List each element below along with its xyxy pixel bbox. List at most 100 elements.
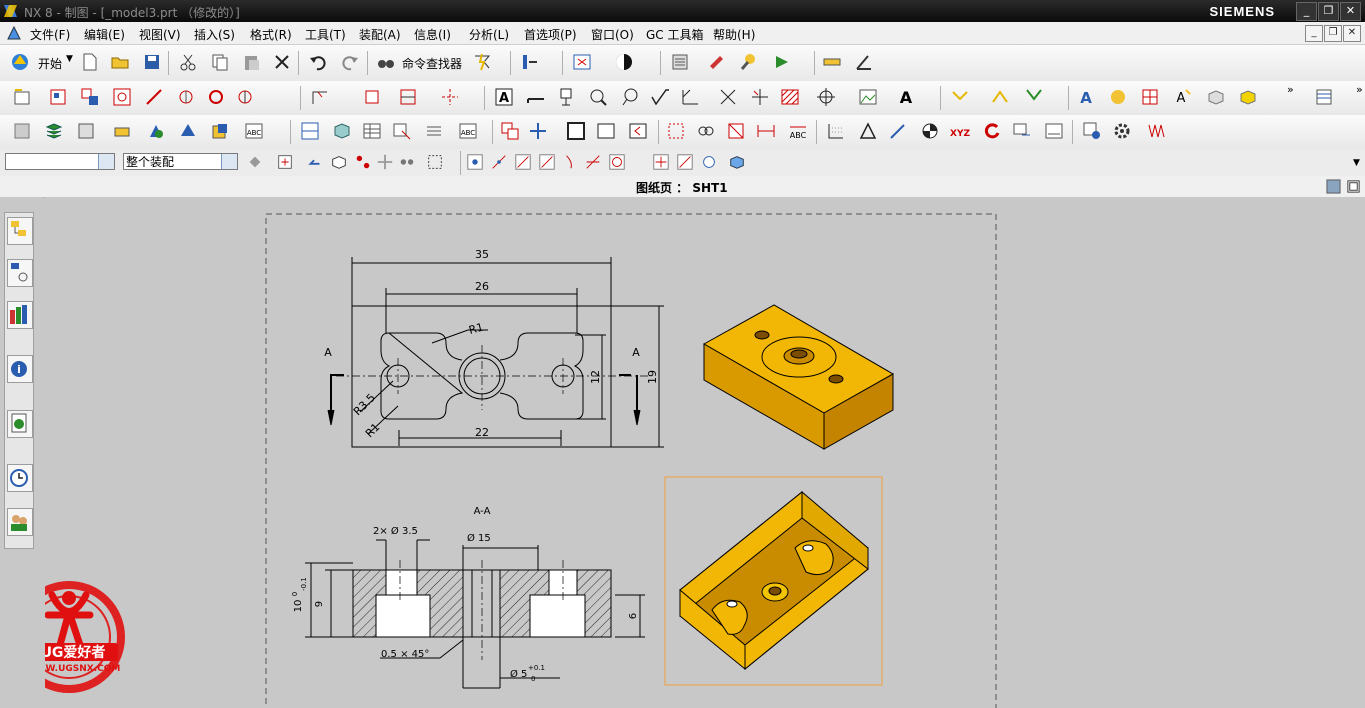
horizontal-dim-icon[interactable] [756,121,776,141]
doc-restore-button[interactable]: ❐ [1324,25,1342,42]
isometric-view-bottom[interactable] [679,490,869,671]
note-icon[interactable]: A [494,87,514,107]
abc-dim-icon[interactable]: ABC [788,121,808,141]
arrow-style-icon[interactable] [950,87,970,107]
id-symbol-icon[interactable] [620,87,640,107]
auto-balloon-icon[interactable] [392,121,412,141]
command-finder-button[interactable]: 命令查找器 [402,55,462,72]
cube-select-icon[interactable] [330,153,348,171]
stack-icon[interactable] [44,121,64,141]
chevron-down-icon[interactable] [98,154,114,169]
broken-out-icon[interactable] [206,87,226,107]
solid-view-icon[interactable] [1206,87,1226,107]
menu-analysis[interactable]: 分析(L) [469,26,509,43]
move-select-icon[interactable] [376,153,394,171]
datum-target-icon[interactable] [588,87,608,107]
chevron-down-icon[interactable] [221,154,237,169]
csys-icon[interactable] [920,121,940,141]
chain-dim-icon[interactable] [696,121,716,141]
tangent-point-icon[interactable] [562,153,580,171]
vector-icon[interactable] [888,121,908,141]
update-view-icon[interactable] [362,87,382,107]
menu-file[interactable]: 文件(F) [30,26,70,43]
toolbar-overflow-icon[interactable]: » [1287,83,1294,96]
selection-icon[interactable] [472,52,492,72]
menu-view[interactable]: 视图(V) [139,26,181,43]
layer-settings-icon[interactable] [76,121,96,141]
intersection-symbol-icon[interactable] [718,87,738,107]
sheet-display-icon[interactable] [1326,179,1341,194]
constraint-icon[interactable] [178,121,198,141]
assembly-navigator-icon[interactable] [7,217,33,245]
surface-finish-icon[interactable] [650,87,670,107]
minimize-button[interactable]: _ [1296,2,1317,21]
menu-window[interactable]: 窗口(O) [591,26,634,43]
projected-view-icon[interactable] [80,87,100,107]
menu-gc-toolbox[interactable]: GC 工具箱 [646,26,704,43]
triangle-icon[interactable] [858,121,878,141]
magnet-icon[interactable] [706,52,726,72]
rectangle-select-icon[interactable] [426,153,444,171]
weld-symbol-icon[interactable] [680,87,700,107]
snap-point-icon[interactable] [466,153,484,171]
center-mark-icon[interactable] [816,87,836,107]
history-icon[interactable] [7,464,33,492]
menu-preferences[interactable]: 首选项(P) [524,26,577,43]
copy-icon[interactable] [210,52,230,72]
assembly-icon[interactable] [146,121,166,141]
view-style-icon[interactable] [628,121,648,141]
ordinate-dim-icon[interactable] [666,121,686,141]
layers-icon[interactable] [670,52,690,72]
pattern-select-icon[interactable] [398,153,416,171]
info-arrow-icon[interactable] [520,52,540,72]
break-view-icon[interactable] [176,87,196,107]
measure-icon[interactable] [822,52,842,72]
filter-settings-icon[interactable] [246,153,264,171]
section-view[interactable] [305,539,645,689]
menu-help[interactable]: 帮助(H) [713,26,755,43]
spring-icon[interactable] [424,121,444,141]
view-in-view-icon[interactable] [500,121,520,141]
attributes-icon[interactable] [1044,121,1064,141]
chevron-down-icon[interactable]: ▼ [1353,158,1360,168]
intersection-point-icon[interactable] [584,153,602,171]
fit-view-icon[interactable] [572,52,592,72]
centerline-icon[interactable] [440,87,460,107]
app-menu-icon[interactable] [6,25,22,41]
rotate-icon[interactable] [982,121,1002,141]
start-icon[interactable] [10,52,30,72]
selection-scope-select[interactable]: 整个装配 [123,153,238,170]
feature-control-icon[interactable] [526,87,546,107]
3d-cube-icon[interactable] [728,153,746,171]
menu-insert[interactable]: 插入(S) [194,26,235,43]
abc-table-icon[interactable]: ABC [244,121,264,141]
reuse-library-icon[interactable] [7,301,33,329]
paste-icon[interactable] [242,52,262,72]
existing-point-icon[interactable] [676,153,694,171]
move-view-icon[interactable] [528,121,548,141]
play-icon[interactable] [772,52,792,72]
base-view-icon[interactable] [48,87,68,107]
drawing-canvas[interactable]: 35 26 R1 12 19 22 R3.5 R1 A A A-A 2× Ø 3… [45,197,1365,708]
spring-coil-icon[interactable] [1146,121,1166,141]
new-file-icon[interactable] [80,52,100,72]
toolbar-overflow-icon[interactable]: » [1356,83,1363,96]
border-icon[interactable] [566,121,586,141]
node-select-icon[interactable] [354,153,372,171]
start-dropdown-icon[interactable]: ▼ [66,54,73,64]
undo-icon[interactable] [308,52,328,72]
view-layout-icon[interactable] [300,121,320,141]
drawing-tools-icon[interactable] [12,121,32,141]
tag-icon[interactable] [112,121,132,141]
view-dependent-edit-icon[interactable] [310,87,330,107]
menu-assembly[interactable]: 装配(A) [359,26,401,43]
end-point-icon[interactable] [490,153,508,171]
hatch-icon[interactable] [780,87,800,107]
midpoint-icon[interactable] [514,153,532,171]
redo-icon[interactable] [340,52,360,72]
point-constructor-icon[interactable] [652,153,670,171]
on-curve-icon[interactable] [538,153,556,171]
maximize-icon[interactable] [1346,179,1361,194]
part-navigator-icon[interactable] [7,259,33,287]
type-filter-select[interactable] [5,153,115,170]
